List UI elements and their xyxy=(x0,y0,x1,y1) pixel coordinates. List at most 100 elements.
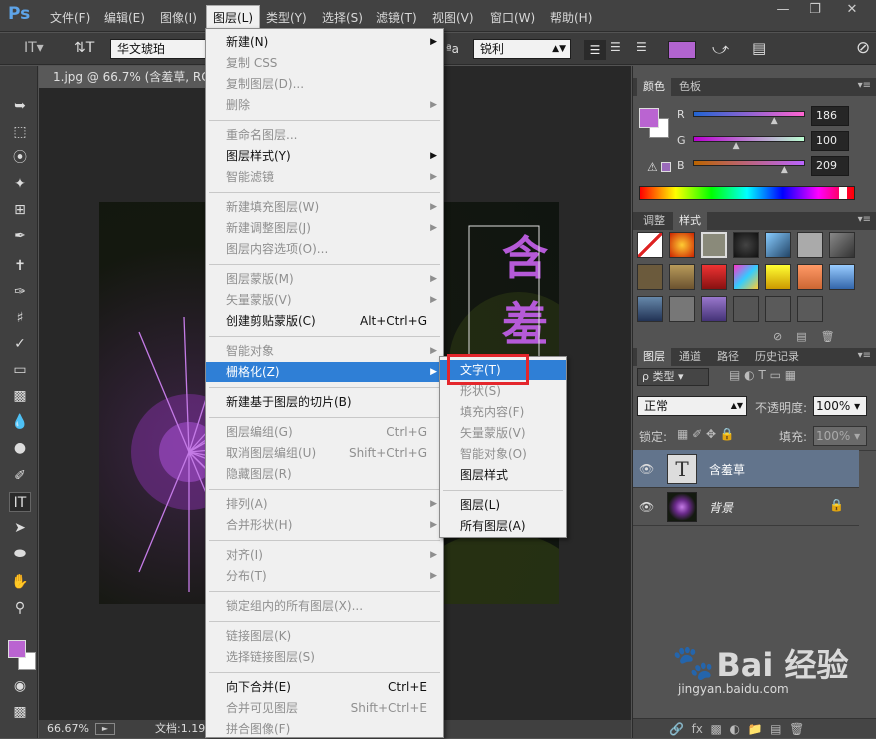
style-swatch[interactable] xyxy=(669,296,695,322)
move-tool-icon[interactable]: ➥ xyxy=(9,96,31,116)
brush-tool-icon[interactable]: ✑ xyxy=(9,282,31,302)
layer-menu-item[interactable]: 向下合并(E) Ctrl+E xyxy=(206,677,443,697)
style-swatch[interactable] xyxy=(733,296,759,322)
menu-edit[interactable]: 编辑(E) xyxy=(104,9,145,26)
layer-row-background[interactable]: 👁 背景 🔒 xyxy=(633,488,859,526)
style-swatch[interactable] xyxy=(701,232,727,258)
text-color-swatch[interactable] xyxy=(668,41,696,59)
layer-menu-item[interactable]: 图层样式(Y) ▶ xyxy=(206,146,443,166)
style-swatch[interactable] xyxy=(637,264,663,290)
style-swatch[interactable] xyxy=(797,296,823,322)
layer-row-text[interactable]: 👁 T 含羞草 xyxy=(633,450,859,488)
type-tool-icon[interactable]: IT xyxy=(9,492,31,512)
gradient-tool-icon[interactable]: ▩ xyxy=(9,386,31,406)
spectrum-white-cap[interactable] xyxy=(839,187,847,199)
layer-menu-item[interactable]: 链接图层(K) xyxy=(206,626,443,646)
pen-tool-icon[interactable]: ✐ xyxy=(9,466,31,486)
styles-panel-menu-icon[interactable]: ▾≡ xyxy=(858,214,871,225)
layer-filter-select[interactable]: ρ 类型 ▾ xyxy=(637,368,709,386)
layers-panel-menu-icon[interactable]: ▾≡ xyxy=(858,350,871,361)
marquee-tool-icon[interactable]: ⬚ xyxy=(9,122,31,142)
tab-swatches[interactable]: 色板 xyxy=(673,78,707,96)
lasso-tool-icon[interactable]: ⦿ xyxy=(9,148,31,168)
layer-menu-item[interactable]: 矢量蒙版(V) ▶ xyxy=(206,290,443,310)
fill-input[interactable]: 100% ▾ xyxy=(813,426,867,446)
layer-menu-item[interactable]: 复制图层(D)... xyxy=(206,74,443,94)
hand-tool-icon[interactable]: ✋ xyxy=(9,572,31,592)
dodge-tool-icon[interactable]: ● xyxy=(9,438,31,458)
layers-footer-icons[interactable]: 🔗 fx ▩ ◐ 📁 ▤ 🗑 xyxy=(633,718,876,738)
style-swatch[interactable] xyxy=(797,232,823,258)
style-swatch[interactable] xyxy=(733,232,759,258)
layer-menu-item[interactable]: 取消图层编组(U) Shift+Ctrl+G xyxy=(206,443,443,463)
tab-layers[interactable]: 图层 xyxy=(637,348,671,366)
channel-b-value[interactable]: 209 xyxy=(811,156,849,176)
warning-icon[interactable]: ⚠ xyxy=(647,160,658,174)
channel-r-value[interactable]: 186 xyxy=(811,106,849,126)
layer-menu-item[interactable]: 新建基于图层的切片(B) xyxy=(206,392,443,412)
rasterize-menu-item[interactable]: 矢量蒙版(V) xyxy=(440,423,566,443)
font-family-select[interactable]: 华文琥珀 xyxy=(110,39,206,59)
panel-menu-icon[interactable]: ▾≡ xyxy=(858,80,871,91)
layer-menu-item[interactable]: 新建(N) ▶ xyxy=(206,32,443,52)
layer-menu-item[interactable]: 图层内容选项(O)... xyxy=(206,239,443,259)
layer-menu-item[interactable]: 对齐(I) ▶ xyxy=(206,545,443,565)
layer-menu-item[interactable]: 删除 ▶ xyxy=(206,95,443,115)
tab-history[interactable]: 历史记录 xyxy=(749,348,805,366)
quick-mask-icon[interactable]: ◉ xyxy=(9,676,31,696)
layer-name[interactable]: 背景 xyxy=(709,499,733,516)
cancel-icon[interactable]: ⊘ xyxy=(856,38,870,58)
foreground-color-swatch[interactable] xyxy=(8,640,26,658)
rasterize-menu-item[interactable]: 填充内容(F) xyxy=(440,402,566,422)
layer-menu-item[interactable]: 选择链接图层(S) xyxy=(206,647,443,667)
style-swatch[interactable] xyxy=(829,264,855,290)
blend-mode-select[interactable]: 正常 ▲▼ xyxy=(637,396,747,416)
tab-channels[interactable]: 通道 xyxy=(673,348,707,366)
style-swatch[interactable] xyxy=(765,264,791,290)
style-swatch[interactable] xyxy=(765,232,791,258)
layer-menu-item[interactable]: 拼合图像(F) xyxy=(206,719,443,739)
style-swatch[interactable] xyxy=(669,232,695,258)
blur-tool-icon[interactable]: 💧 xyxy=(9,412,31,432)
tab-paths[interactable]: 路径 xyxy=(711,348,745,366)
minimize-icon[interactable]: — xyxy=(768,0,798,20)
style-swatch[interactable] xyxy=(669,264,695,290)
channel-b-slider[interactable] xyxy=(693,160,805,166)
type-tool-preset-icon[interactable]: IT▾ xyxy=(24,40,44,56)
document-tab[interactable]: 1.jpg @ 66.7% (含羞草, RGB xyxy=(39,66,209,88)
channel-g-slider[interactable] xyxy=(693,136,805,142)
zoom-level[interactable]: 66.67% xyxy=(47,720,89,738)
history-brush-tool-icon[interactable]: ✓ xyxy=(9,334,31,354)
styles-footer-icons[interactable]: ⊘ ▤ 🗑 xyxy=(773,330,835,343)
restore-icon[interactable]: ❐ xyxy=(800,0,830,20)
menu-image[interactable]: 图像(I) xyxy=(160,9,197,26)
layer-menu-item[interactable]: 合并可见图层 Shift+Ctrl+E xyxy=(206,698,443,718)
layer-menu-item[interactable]: 图层编组(G) Ctrl+G xyxy=(206,422,443,442)
text-orientation-icon[interactable]: ⇅T xyxy=(74,40,94,56)
layer-menu-item[interactable]: 分布(T) ▶ xyxy=(206,566,443,586)
style-swatch[interactable] xyxy=(637,296,663,322)
menu-layer[interactable]: 图层(L) xyxy=(206,5,261,29)
ellipse-tool-icon[interactable]: ⬬ xyxy=(9,544,31,564)
warp-text-icon[interactable]: ⤻ xyxy=(712,39,729,59)
layer-menu-item[interactable]: 智能对象 ▶ xyxy=(206,341,443,361)
channel-r-slider[interactable] xyxy=(693,111,805,117)
tab-color[interactable]: 颜色 xyxy=(637,78,671,96)
rasterize-menu-item[interactable]: 图层样式 xyxy=(440,465,566,485)
layer-menu-item[interactable]: 新建调整图层(J) ▶ xyxy=(206,218,443,238)
layer-menu-item[interactable]: 智能滤镜 ▶ xyxy=(206,167,443,187)
layer-filter-icons[interactable]: ▤ ◐ T ▭ ▦ xyxy=(729,368,796,382)
color-foreground-swatch[interactable] xyxy=(639,108,659,128)
layer-menu-item[interactable]: 重命名图层... xyxy=(206,125,443,145)
rasterize-menu-item[interactable]: 图层(L) xyxy=(440,495,566,515)
style-swatch[interactable] xyxy=(701,264,727,290)
character-panel-icon[interactable]: ▤ xyxy=(752,39,766,57)
menu-type[interactable]: 类型(Y) xyxy=(266,9,307,26)
eraser-tool-icon[interactable]: ▭ xyxy=(9,360,31,380)
style-swatch[interactable] xyxy=(733,264,759,290)
menu-file[interactable]: 文件(F) xyxy=(50,9,90,26)
style-swatch-none[interactable] xyxy=(637,232,663,258)
crop-tool-icon[interactable]: ⊞ xyxy=(9,200,31,220)
layer-menu-item[interactable]: 复制 CSS xyxy=(206,53,443,73)
screen-mode-icon[interactable]: ▩ xyxy=(9,702,31,722)
